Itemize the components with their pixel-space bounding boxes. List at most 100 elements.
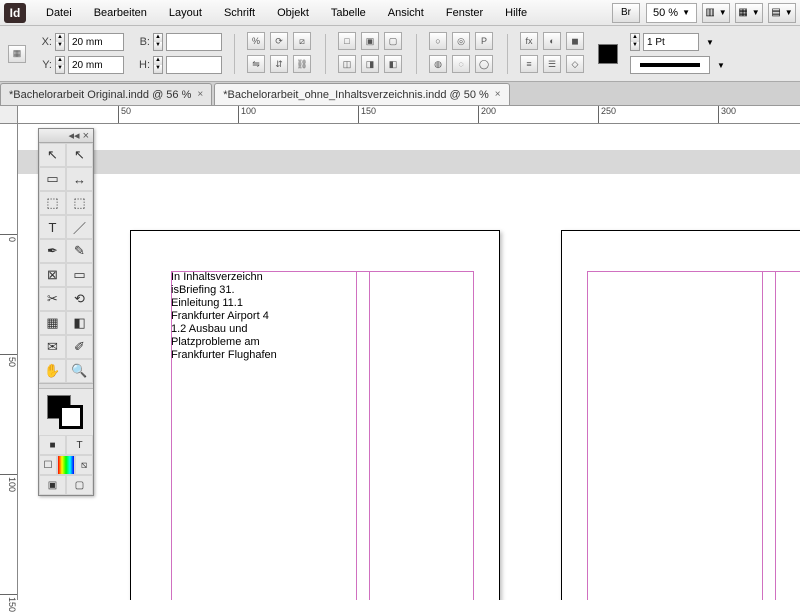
- type-tool[interactable]: T: [39, 215, 66, 239]
- menu-fenster[interactable]: Fenster: [436, 3, 493, 23]
- close-icon[interactable]: ×: [83, 130, 89, 142]
- ruler-origin[interactable]: [0, 106, 18, 124]
- ruler-tick: 300: [718, 106, 736, 123]
- close-icon[interactable]: ×: [495, 89, 501, 100]
- drop-shadow-icon[interactable]: ◼: [566, 32, 584, 50]
- line-tool[interactable]: ／: [66, 215, 93, 239]
- flip-v-icon[interactable]: ⇵: [270, 55, 288, 73]
- link-icon[interactable]: ⛓: [293, 55, 311, 73]
- fill-swatch[interactable]: [598, 44, 618, 64]
- shear-icon[interactable]: ⧄: [293, 32, 311, 50]
- note-tool[interactable]: ✉: [39, 335, 66, 359]
- x-input[interactable]: 20 mm: [68, 33, 124, 51]
- selection-tool[interactable]: ↖: [39, 143, 66, 167]
- effects-icon[interactable]: fx: [520, 32, 538, 50]
- ruler-tick: 50: [118, 106, 131, 123]
- y-input[interactable]: 20 mm: [68, 56, 124, 74]
- frame-icon[interactable]: ▢: [384, 32, 402, 50]
- menu-schrift[interactable]: Schrift: [214, 3, 265, 23]
- rotate-icon[interactable]: ⟳: [270, 32, 288, 50]
- pen-tool[interactable]: ✒: [39, 239, 66, 263]
- vertical-ruler[interactable]: 0 50 100 150: [0, 124, 18, 600]
- gap-tool[interactable]: ↔: [66, 167, 93, 191]
- free-transform-tool[interactable]: ⟲: [66, 287, 93, 311]
- x-stepper[interactable]: ▲▼: [55, 33, 65, 51]
- select-content-icon[interactable]: ▣: [361, 32, 379, 50]
- select-container-icon[interactable]: □: [338, 32, 356, 50]
- b-stepper[interactable]: ▲▼: [153, 33, 163, 51]
- gradient-swatch-tool[interactable]: ▦: [39, 311, 66, 335]
- rectangle-frame-tool[interactable]: ⊠: [39, 263, 66, 287]
- tools-panel[interactable]: ◂◂× ↖↖▭↔⬚⬚T／✒✎⊠▭✂⟲▦◧✉✐✋🔍■T☐⧅▣▢: [38, 128, 94, 496]
- apply-color-icon[interactable]: ■: [39, 435, 66, 455]
- horizontal-ruler[interactable]: 50 100 150 200 250 300: [18, 106, 800, 124]
- arrange-button[interactable]: ▦▼: [735, 3, 763, 23]
- content-placer-tool[interactable]: ⬚: [66, 191, 93, 215]
- stroke-weight-input[interactable]: 1 Pt: [643, 33, 699, 51]
- wrap-column-icon[interactable]: ◯: [475, 55, 493, 73]
- screen-mode-button[interactable]: ▥▼: [702, 3, 730, 23]
- eyedropper-tool[interactable]: ✐: [66, 335, 93, 359]
- rectangle-tool[interactable]: ▭: [66, 263, 93, 287]
- y-stepper[interactable]: ▲▼: [55, 56, 65, 74]
- normal-view-icon[interactable]: ▣: [39, 475, 66, 495]
- menu-bearbeiten[interactable]: Bearbeiten: [84, 3, 157, 23]
- fill-stroke-control[interactable]: [39, 389, 93, 435]
- page-right[interactable]: [561, 230, 800, 600]
- preview-view-icon[interactable]: ▢: [66, 475, 93, 495]
- menu-tabelle[interactable]: Tabelle: [321, 3, 376, 23]
- zoom-value: 50 %: [653, 7, 678, 19]
- fit-content-icon[interactable]: ◫: [338, 55, 356, 73]
- stroke-weight-stepper[interactable]: ▲▼: [630, 33, 640, 51]
- hand-tool[interactable]: ✋: [39, 359, 66, 383]
- zoom-level[interactable]: 50 %▼: [646, 3, 697, 23]
- flip-h-icon[interactable]: ⇋: [247, 55, 265, 73]
- menu-ansicht[interactable]: Ansicht: [378, 3, 434, 23]
- apply-black-icon[interactable]: ⧅: [75, 455, 93, 475]
- apply-none-icon[interactable]: ☐: [39, 455, 57, 475]
- wrap-shape-icon[interactable]: ◍: [429, 55, 447, 73]
- wrap-none-icon[interactable]: ○: [429, 32, 447, 50]
- workspace-button[interactable]: ▤▼: [768, 3, 796, 23]
- corner-p-icon[interactable]: P: [475, 32, 493, 50]
- bridge-button[interactable]: Br: [612, 3, 640, 23]
- stroke-color[interactable]: [59, 405, 83, 429]
- menu-objekt[interactable]: Objekt: [267, 3, 319, 23]
- pathfinder-icon[interactable]: ◇: [566, 55, 584, 73]
- distribute-icon[interactable]: ☰: [543, 55, 561, 73]
- h-stepper[interactable]: ▲▼: [153, 56, 163, 74]
- direct-selection-tool[interactable]: ↖: [66, 143, 93, 167]
- wrap-bbox-icon[interactable]: ◎: [452, 32, 470, 50]
- document-canvas[interactable]: In Inhaltsverzeichn isBriefing 31. Einle…: [18, 124, 800, 600]
- y-label: Y:: [38, 59, 52, 71]
- page-tool[interactable]: ▭: [39, 167, 66, 191]
- center-content-icon[interactable]: ◧: [384, 55, 402, 73]
- column-guide: [762, 271, 763, 600]
- apply-gradient-icon[interactable]: [57, 455, 75, 475]
- zoom-tool[interactable]: 🔍: [66, 359, 93, 383]
- align-icon[interactable]: ≡: [520, 55, 538, 73]
- stroke-style-select[interactable]: [630, 56, 710, 74]
- h-input[interactable]: [166, 56, 222, 74]
- document-tab-1[interactable]: *Bachelorarbeit Original.indd @ 56 %×: [0, 83, 212, 105]
- scissors-tool[interactable]: ✂: [39, 287, 66, 311]
- wrap-jump-icon[interactable]: ◌: [452, 55, 470, 73]
- opacity-icon[interactable]: ◐: [543, 32, 561, 50]
- reference-point-icon[interactable]: ▦: [8, 45, 26, 63]
- formatting-text-icon[interactable]: T: [66, 435, 93, 455]
- fill-frame-icon[interactable]: ◨: [361, 55, 379, 73]
- scale-icon[interactable]: %: [247, 32, 265, 50]
- panel-header[interactable]: ◂◂×: [39, 129, 93, 143]
- collapse-icon[interactable]: ◂◂: [69, 129, 80, 142]
- close-icon[interactable]: ×: [197, 89, 203, 100]
- document-tab-2[interactable]: *Bachelorarbeit_ohne_Inhaltsverzeichnis.…: [214, 83, 509, 105]
- menu-datei[interactable]: Datei: [36, 3, 82, 23]
- pencil-tool[interactable]: ✎: [66, 239, 93, 263]
- b-input[interactable]: [166, 33, 222, 51]
- content-collector-tool[interactable]: ⬚: [39, 191, 66, 215]
- text-frame[interactable]: In Inhaltsverzeichn isBriefing 31. Einle…: [171, 271, 351, 362]
- menu-hilfe[interactable]: Hilfe: [495, 3, 537, 23]
- menu-layout[interactable]: Layout: [159, 3, 212, 23]
- page-left[interactable]: In Inhaltsverzeichn isBriefing 31. Einle…: [130, 230, 500, 600]
- gradient-feather-tool[interactable]: ◧: [66, 311, 93, 335]
